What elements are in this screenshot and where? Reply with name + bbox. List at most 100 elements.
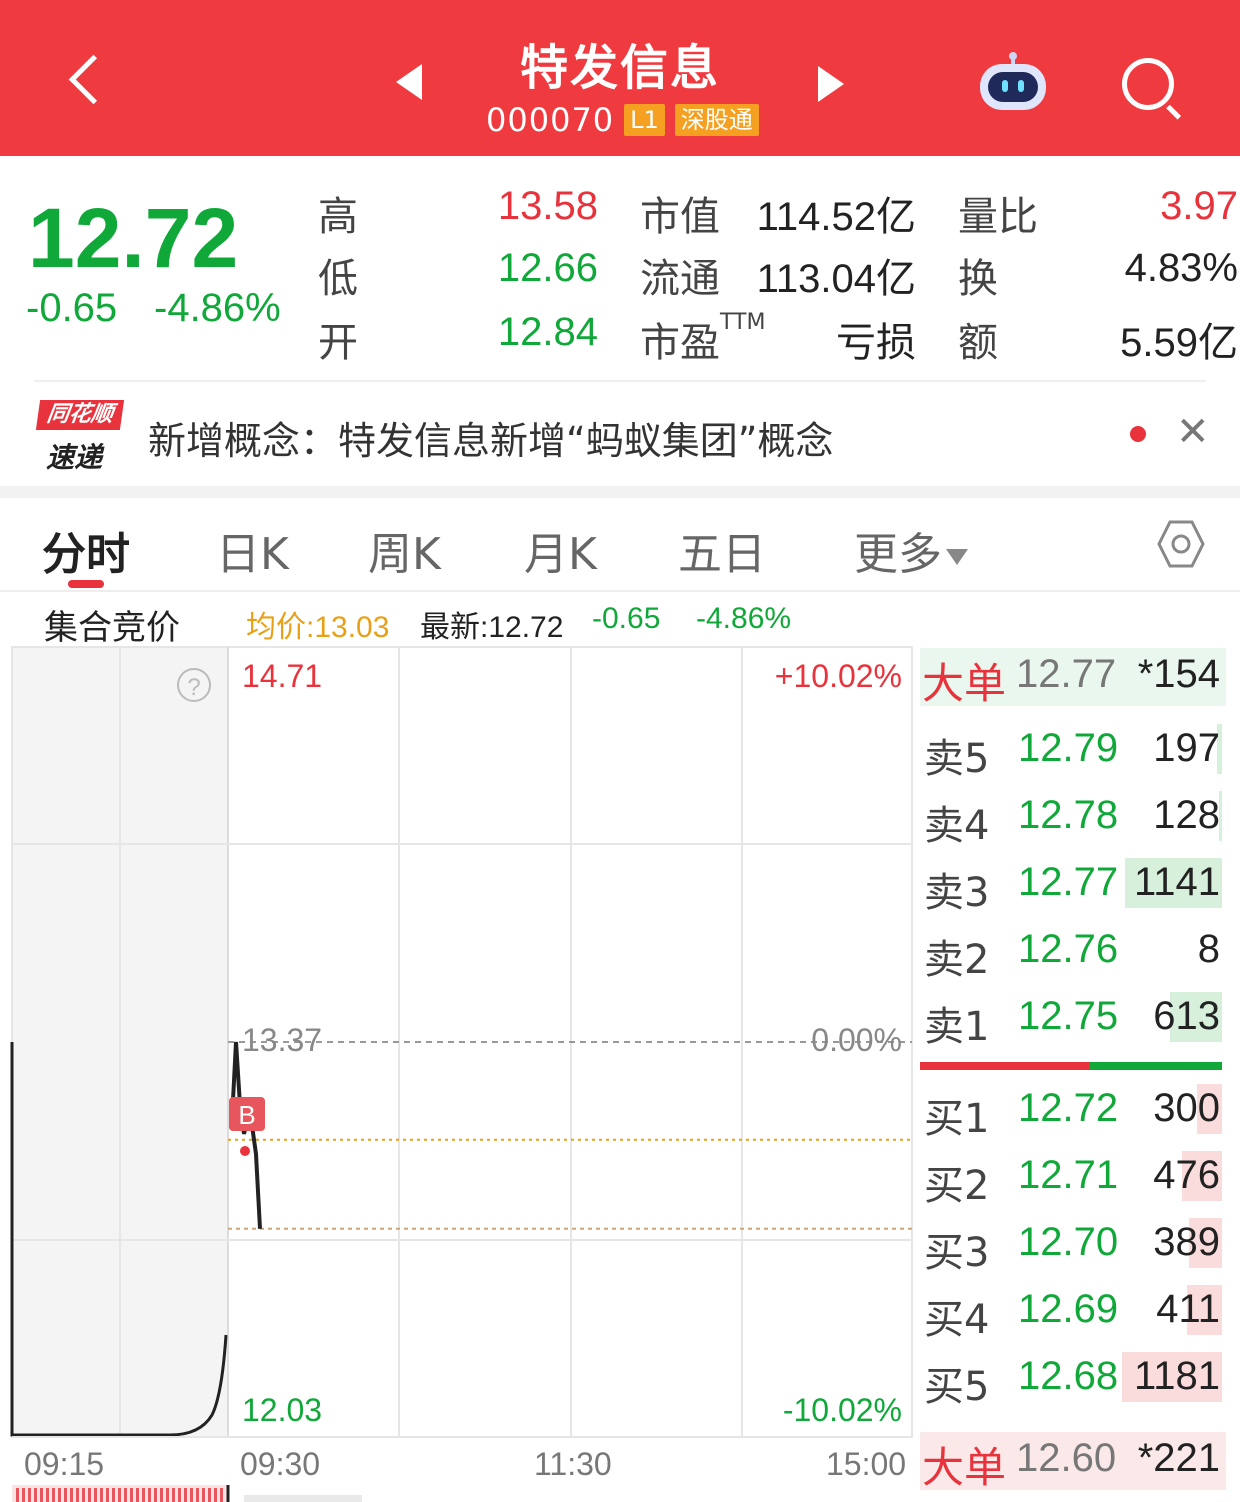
volume-bar xyxy=(142,1488,145,1502)
divider xyxy=(34,380,1206,382)
level-volume: 1141 xyxy=(1133,860,1220,904)
search-icon[interactable] xyxy=(1118,52,1188,122)
latest-price: 最新:12.72 xyxy=(420,611,564,644)
level-volume: 476 xyxy=(1153,1153,1220,1197)
volume-bar xyxy=(64,1488,67,1502)
high-value: 13.58 xyxy=(497,184,598,228)
ask-level-4[interactable]: 卖4 12.78 128 xyxy=(920,787,1226,849)
pct-mid-label: 0.00% xyxy=(811,1022,902,1058)
volume-bar xyxy=(70,1488,73,1502)
volume-bar xyxy=(130,1488,133,1502)
volume-bar xyxy=(82,1488,85,1502)
bid-level-5[interactable]: 买5 12.68 1181 xyxy=(920,1348,1226,1410)
level-volume: 197 xyxy=(1153,726,1220,770)
level-volume: 8 xyxy=(1197,927,1220,971)
level-label: 买1 xyxy=(924,1096,990,1142)
tab-weekly-k[interactable]: 周K xyxy=(368,518,441,582)
level-price: 12.76 xyxy=(1018,927,1119,971)
ask-level-3[interactable]: 卖3 12.77 1141 xyxy=(920,854,1226,916)
tab-more[interactable]: 更多 xyxy=(854,518,968,582)
volume-bar xyxy=(16,1488,19,1502)
volume-bar xyxy=(220,1488,223,1502)
ai-assistant-robot-icon[interactable] xyxy=(976,52,1050,114)
level-label: 买2 xyxy=(924,1163,990,1209)
price-mid-label: 13.37 xyxy=(242,1022,322,1058)
pct-top-label: +10.02% xyxy=(775,658,902,694)
price-change: -0.65 xyxy=(26,286,118,330)
volume-bar xyxy=(184,1488,187,1502)
volume-bar xyxy=(166,1488,169,1502)
volume-bar xyxy=(172,1488,175,1502)
tab-daily-k[interactable]: 日K xyxy=(216,518,289,582)
news-ticker-text[interactable]: 新增概念：特发信息新增“蚂蚁集团”概念 xyxy=(148,410,833,465)
time-label-0915: 09:15 xyxy=(24,1446,104,1482)
volume-bar xyxy=(214,1488,217,1502)
level-label: 买4 xyxy=(924,1297,990,1343)
low-label: 低 xyxy=(318,256,358,302)
level-label: 卖3 xyxy=(924,870,990,916)
volume-bar xyxy=(94,1488,97,1502)
volume-bar xyxy=(154,1488,157,1502)
close-icon[interactable]: ✕ xyxy=(1176,412,1210,452)
ask-level-5[interactable]: 卖5 12.79 197 xyxy=(920,720,1226,782)
price-bottom-label: 12.03 xyxy=(242,1392,322,1428)
amount-label: 额 xyxy=(958,320,998,366)
tab-five-day[interactable]: 五日 xyxy=(678,518,766,582)
volume-bar xyxy=(136,1488,139,1502)
bid-level-2[interactable]: 买2 12.71 476 xyxy=(920,1147,1226,1209)
high-label: 高 xyxy=(318,194,358,240)
unread-dot-icon xyxy=(1130,426,1146,442)
stock-name-title: 特发信息 xyxy=(519,40,720,96)
average-price: 均价:13.03 xyxy=(246,611,390,644)
open-label: 开 xyxy=(318,320,358,366)
pe-label: 市盈TTM xyxy=(640,310,766,366)
level-price: 12.69 xyxy=(1018,1287,1119,1331)
float-cap-value: 113.04亿 xyxy=(756,257,916,301)
ask-level-1[interactable]: 卖1 12.75 613 xyxy=(920,988,1226,1050)
stock-code-row: 000070 L1 深股通 xyxy=(486,101,759,139)
bid-level-1[interactable]: 买1 12.72 300 xyxy=(920,1080,1226,1142)
volume-bar xyxy=(106,1488,109,1502)
chart-settings-hexagon-icon[interactable] xyxy=(1156,518,1206,570)
volume-bar xyxy=(52,1488,55,1502)
ask-strength-bar xyxy=(1090,1062,1222,1070)
buy-marker-label: B xyxy=(238,1100,255,1130)
app-header: 特发信息 000070 L1 深股通 xyxy=(0,0,1240,156)
time-label-1130: 11:30 xyxy=(534,1446,612,1482)
news-brand-logo: 同花顺 速递 xyxy=(35,398,125,474)
level-label: 买3 xyxy=(924,1230,990,1276)
pct-bottom-label: -10.02% xyxy=(783,1392,902,1428)
turnover-label: 换 xyxy=(958,256,998,302)
volume-bar xyxy=(112,1488,115,1502)
level-price: 12.75 xyxy=(1018,994,1119,1038)
volume-bar xyxy=(208,1488,211,1502)
price-line xyxy=(230,1041,262,1229)
active-tab-indicator xyxy=(68,580,104,588)
time-label-0930: 09:30 xyxy=(240,1446,320,1482)
level-price: 12.68 xyxy=(1018,1354,1119,1398)
bid-level-3[interactable]: 买3 12.70 389 xyxy=(920,1214,1226,1276)
volume-bar xyxy=(100,1488,103,1502)
volume-bar xyxy=(178,1488,181,1502)
volume-bar xyxy=(76,1488,79,1502)
intraday-chart[interactable]: B ? 14.71 13.37 12.03 +10.02% 0.00% -10.… xyxy=(0,645,916,1502)
tab-intraday[interactable]: 分时 xyxy=(42,518,130,582)
level-label: 卖1 xyxy=(924,1004,990,1050)
pe-value: 亏损 xyxy=(836,321,916,365)
last-price: 12.72 xyxy=(28,191,239,285)
volume-bar xyxy=(160,1488,163,1502)
ask-level-2[interactable]: 卖2 12.76 8 xyxy=(920,921,1226,983)
tab-monthly-k[interactable]: 月K xyxy=(524,518,597,582)
info-change: -0.65 xyxy=(592,602,661,635)
bid-strength-bar xyxy=(920,1062,1090,1070)
level-price: 12.79 xyxy=(1018,726,1119,770)
volume-bar xyxy=(34,1488,37,1502)
level-label: 买5 xyxy=(924,1364,990,1410)
level-price: 12.70 xyxy=(1018,1220,1119,1264)
time-label-1500: 15:00 xyxy=(826,1446,906,1482)
big-order-buy: 大单 12.60 *221 xyxy=(920,1432,1226,1492)
volume-bar xyxy=(58,1488,61,1502)
bid-level-4[interactable]: 买4 12.69 411 xyxy=(920,1281,1226,1343)
next-stock-arrow-icon[interactable] xyxy=(818,66,844,102)
volume-bar xyxy=(28,1488,31,1502)
